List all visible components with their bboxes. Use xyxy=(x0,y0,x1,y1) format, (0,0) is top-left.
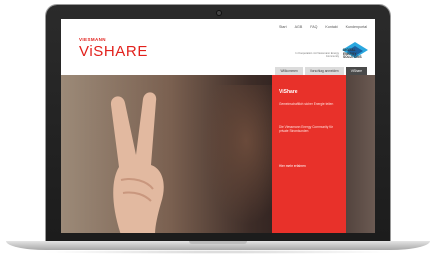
brand-logo-small[interactable]: VIESMANN xyxy=(79,37,106,42)
laptop-shadow xyxy=(40,250,396,254)
partner-name: DIGITAL ENERGY SOLUTIONS xyxy=(343,48,371,60)
info-panel: ViShare Gemeinschaftlich sicher Energie … xyxy=(272,75,346,233)
top-navigation: Start AGB FAQ Kontakt Kundenportal xyxy=(279,25,367,29)
partner-name-line: SOLUTIONS xyxy=(343,55,362,60)
nav-item-faq[interactable]: FAQ xyxy=(310,25,317,29)
nav-item-kontakt[interactable]: Kontakt xyxy=(325,25,337,29)
nav-item-start[interactable]: Start xyxy=(279,25,287,29)
panel-subtitle: Gemeinschaftlich sicher Energie teilen xyxy=(279,102,334,106)
panel-title: ViShare xyxy=(279,89,298,95)
panel-more-link[interactable]: Hier mehr erfahren xyxy=(279,164,306,168)
screen: Start AGB FAQ Kontakt Kundenportal VIESM… xyxy=(61,19,375,233)
nav-item-kundenportal[interactable]: Kundenportal xyxy=(346,25,367,29)
nav-item-agb[interactable]: AGB xyxy=(295,25,303,29)
partner-caption: In Kooperation mit Viessmann Energy Comm… xyxy=(295,52,340,59)
tab-vorschlag-anmelden[interactable]: Vorschlag anmelden xyxy=(304,67,344,75)
peace-hand-image xyxy=(110,92,164,233)
webcam-icon xyxy=(217,11,221,15)
tab-willkommen[interactable]: Willkommen xyxy=(275,67,303,75)
laptop-lid: Start AGB FAQ Kontakt Kundenportal VIESM… xyxy=(46,5,390,241)
brand-logo[interactable]: ViSHARE xyxy=(79,43,148,60)
panel-description: Die Viessmann Energy Community für priva… xyxy=(279,125,333,133)
section-tabs: Willkommen Vorschlag anmelden ViShare xyxy=(275,67,367,75)
tab-vishare[interactable]: ViShare xyxy=(345,67,367,75)
laptop-notch xyxy=(189,241,247,244)
